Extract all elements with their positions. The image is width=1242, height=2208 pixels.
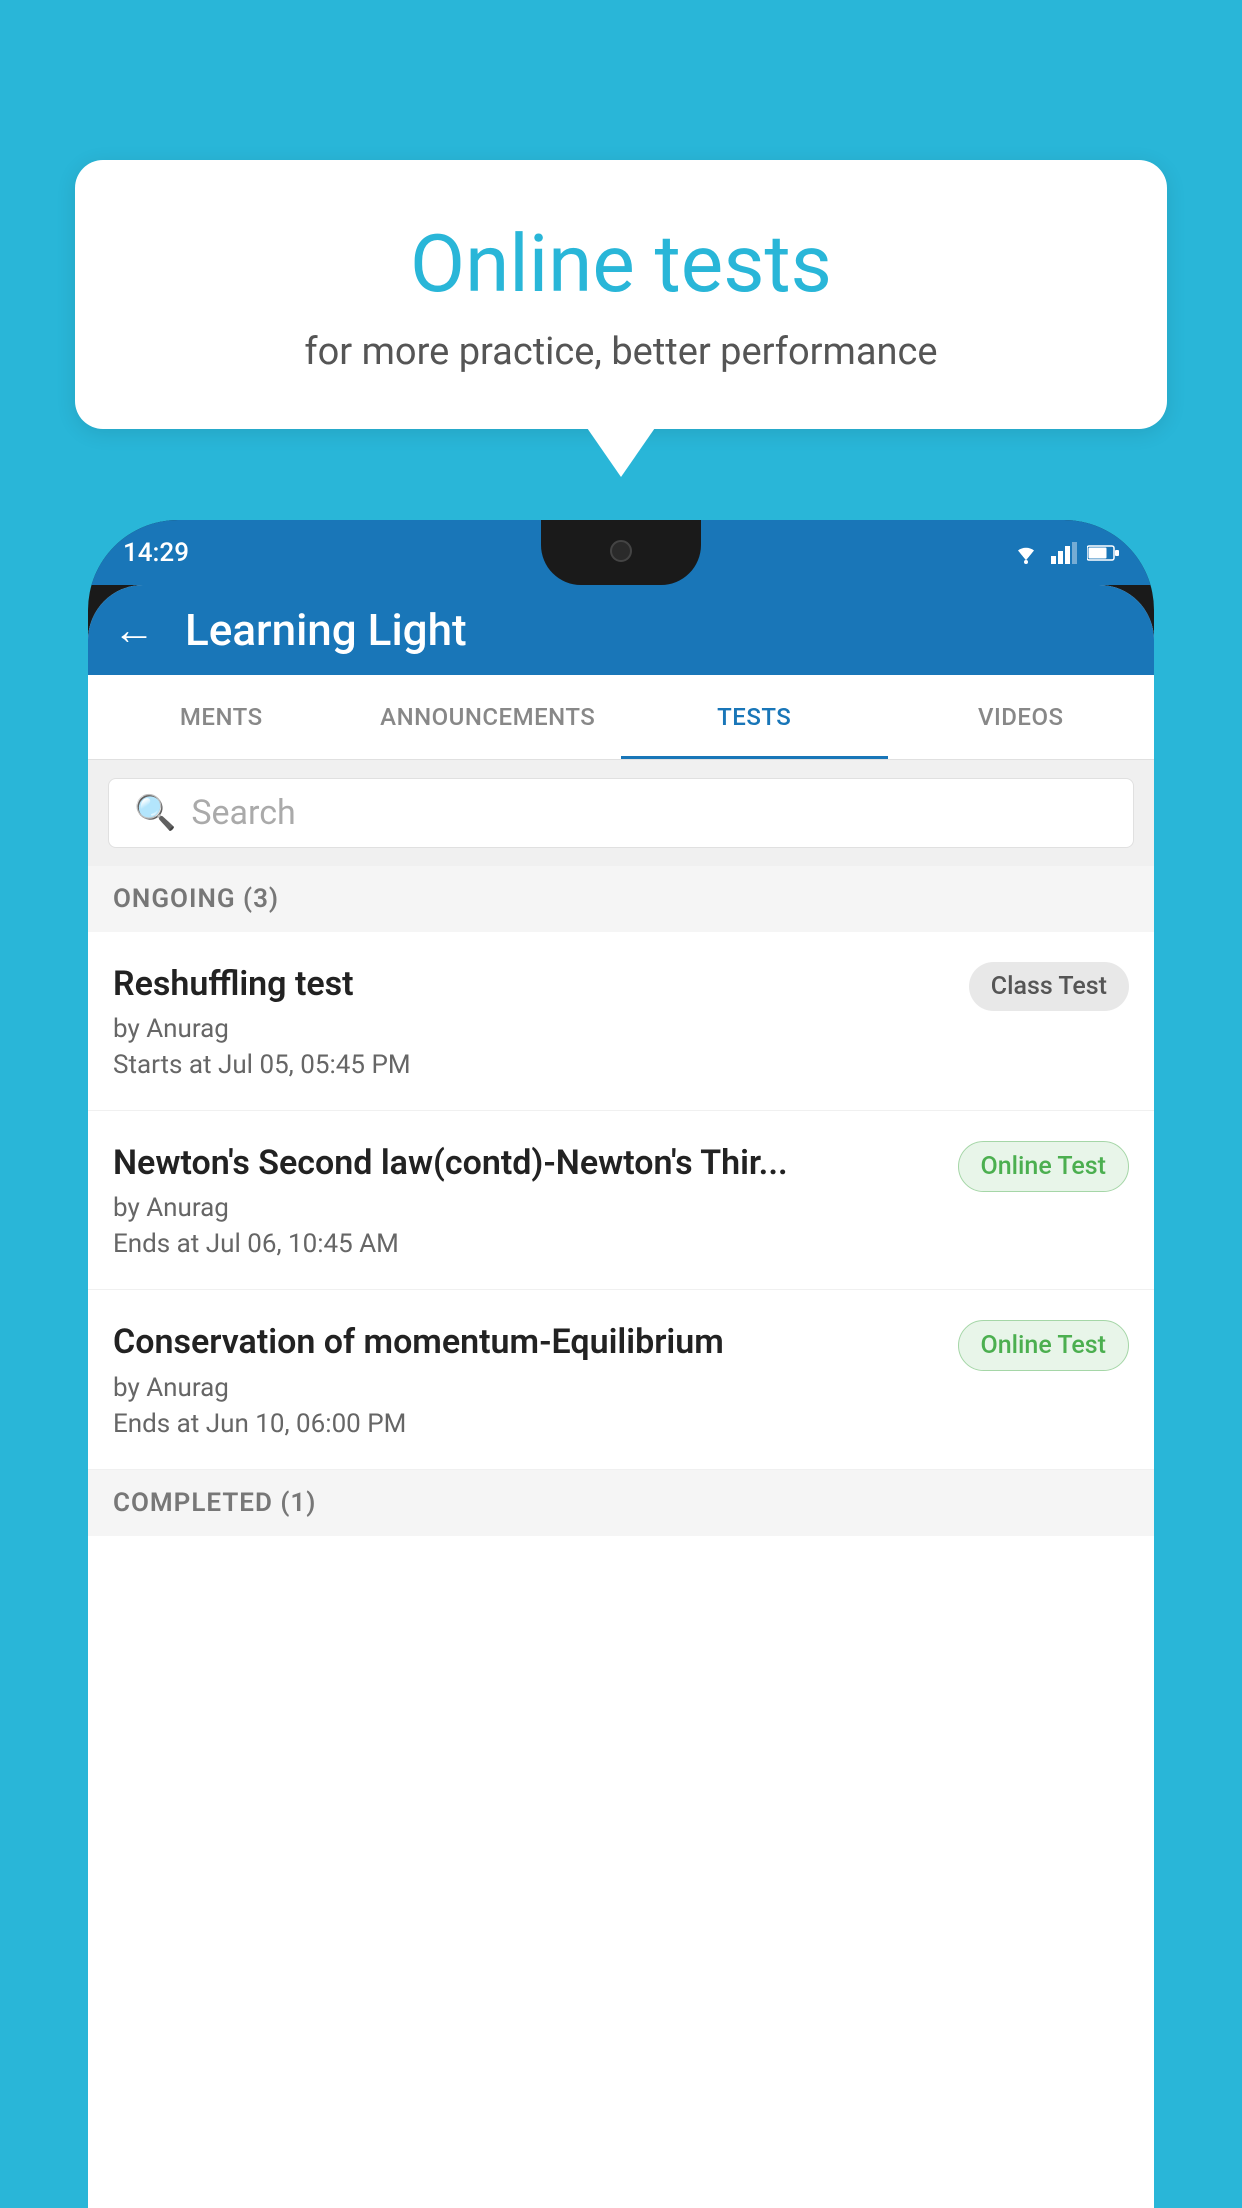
search-icon: 🔍 bbox=[134, 793, 176, 833]
battery-icon bbox=[1087, 544, 1119, 562]
tab-videos[interactable]: VIDEOS bbox=[888, 675, 1155, 759]
test-author-3: by Anurag bbox=[113, 1373, 938, 1403]
test-date-2: Ends at Jul 06, 10:45 AM bbox=[113, 1229, 938, 1259]
tab-tests[interactable]: TESTS bbox=[621, 675, 888, 759]
section-completed-header: COMPLETED (1) bbox=[88, 1470, 1154, 1536]
test-author-1: by Anurag bbox=[113, 1014, 949, 1044]
tab-bar: MENTS ANNOUNCEMENTS TESTS VIDEOS bbox=[88, 675, 1154, 760]
back-button[interactable]: ← bbox=[113, 606, 155, 655]
test-item-3[interactable]: Conservation of momentum-Equilibrium by … bbox=[88, 1290, 1154, 1469]
tab-ments[interactable]: MENTS bbox=[88, 675, 355, 759]
test-badge-2: Online Test bbox=[958, 1141, 1129, 1192]
search-bar[interactable]: 🔍 Search bbox=[108, 778, 1134, 848]
camera-dot bbox=[610, 540, 632, 562]
test-title-1: Reshuffling test bbox=[113, 962, 949, 1006]
bubble-title: Online tests bbox=[125, 220, 1117, 308]
test-item-3-content: Conservation of momentum-Equilibrium by … bbox=[113, 1320, 958, 1438]
status-icons bbox=[1011, 542, 1119, 564]
inner-screen: ← Learning Light MENTS ANNOUNCEMENTS TES… bbox=[88, 585, 1154, 2208]
section-ongoing-header: ONGOING (3) bbox=[88, 866, 1154, 932]
phone-frame: 14:29 bbox=[88, 520, 1154, 2208]
test-item-2[interactable]: Newton's Second law(contd)-Newton's Thir… bbox=[88, 1111, 1154, 1290]
test-date-3: Ends at Jun 10, 06:00 PM bbox=[113, 1409, 938, 1439]
test-list: Reshuffling test by Anurag Starts at Jul… bbox=[88, 932, 1154, 1470]
wifi-icon bbox=[1011, 542, 1041, 564]
test-item-2-content: Newton's Second law(contd)-Newton's Thir… bbox=[113, 1141, 958, 1259]
test-item-1-content: Reshuffling test by Anurag Starts at Jul… bbox=[113, 962, 969, 1080]
search-input[interactable]: Search bbox=[191, 793, 295, 833]
bubble-subtitle: for more practice, better performance bbox=[125, 330, 1117, 374]
search-container: 🔍 Search bbox=[88, 760, 1154, 866]
test-author-2: by Anurag bbox=[113, 1193, 938, 1223]
app-header: ← Learning Light bbox=[88, 585, 1154, 675]
status-time: 14:29 bbox=[123, 538, 189, 568]
speech-bubble: Online tests for more practice, better p… bbox=[75, 160, 1167, 429]
test-title-3: Conservation of momentum-Equilibrium bbox=[113, 1320, 938, 1364]
test-badge-3: Online Test bbox=[958, 1320, 1129, 1371]
signal-icon bbox=[1051, 542, 1077, 564]
tab-announcements[interactable]: ANNOUNCEMENTS bbox=[355, 675, 622, 759]
app-title: Learning Light bbox=[185, 604, 467, 656]
test-item-1[interactable]: Reshuffling test by Anurag Starts at Jul… bbox=[88, 932, 1154, 1111]
test-title-2: Newton's Second law(contd)-Newton's Thir… bbox=[113, 1141, 938, 1185]
test-date-1: Starts at Jul 05, 05:45 PM bbox=[113, 1050, 949, 1080]
test-badge-1: Class Test bbox=[969, 962, 1129, 1011]
phone-notch bbox=[541, 520, 701, 585]
